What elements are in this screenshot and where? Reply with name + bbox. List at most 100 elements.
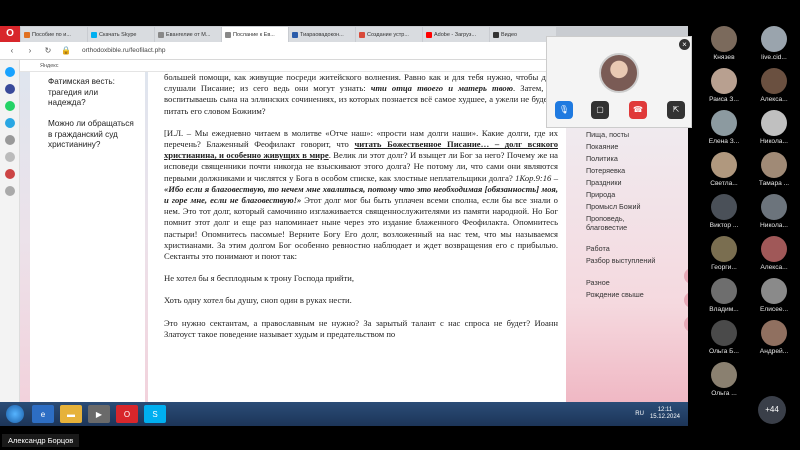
messenger-icon[interactable] [4, 67, 15, 77]
lock-icon: 🔒 [61, 45, 71, 55]
start-button[interactable] [6, 405, 24, 423]
menu-item[interactable]: Рождение свыше [586, 290, 666, 299]
vk-icon[interactable] [4, 118, 15, 128]
language-indicator[interactable]: RU [635, 411, 644, 417]
participant[interactable]: Георги... [702, 236, 746, 271]
more-participants-button[interactable]: +44 [758, 396, 786, 424]
avatar [761, 320, 787, 346]
verse-line: Не хотел бы я бесплодным к трону Господа… [164, 273, 355, 284]
browser-tab[interactable]: Послание к Ев... [222, 27, 288, 42]
heart-icon[interactable] [4, 169, 15, 179]
menu-item[interactable]: Потеряевка [586, 166, 666, 175]
avatar [711, 26, 737, 52]
bookmark-yandex[interactable]: Яндекс [40, 63, 59, 69]
participant[interactable]: Алекса... [752, 68, 796, 103]
microphone-icon[interactable]: 🎙 [555, 101, 573, 119]
participant-name: Елена З... [708, 138, 740, 145]
avatar [711, 236, 737, 262]
menu-item[interactable]: Праздники [586, 178, 666, 187]
browser-tab[interactable]: Тиараовадокон... [289, 27, 355, 42]
tab-label: Создание устр... [367, 31, 409, 38]
participant-name: Елисее... [759, 306, 789, 313]
participant[interactable]: Тамара ... [752, 152, 796, 187]
participant[interactable]: Елена З... [702, 110, 746, 145]
menu-item[interactable]: Покаяние [586, 142, 666, 151]
hang-up-icon[interactable]: ☎ [629, 101, 647, 119]
browser-tab[interactable]: Пособие по и... [21, 27, 87, 42]
participant[interactable]: Раиса З... [702, 68, 746, 103]
browser-tab[interactable]: Скачать Skype [88, 27, 154, 42]
participant-name: Виктор ... [709, 222, 739, 229]
menu-item[interactable]: Природа [586, 190, 666, 199]
folder-icon[interactable]: ▬ [60, 405, 82, 423]
history-icon[interactable] [4, 152, 15, 162]
participant-name: Раиса З... [709, 96, 739, 103]
tab-label: Послание к Ев... [233, 31, 275, 38]
menu-item[interactable]: Разное [586, 278, 666, 287]
tab-favicon-icon [158, 31, 164, 38]
back-icon[interactable]: ‹ [6, 45, 18, 57]
participant[interactable]: Андрей... [752, 320, 796, 355]
article-link[interactable]: Можно ли обращаться в гражданский суд хр… [48, 119, 136, 151]
chevron-up-icon[interactable]: ▲ [684, 316, 688, 332]
messenger-icon[interactable] [4, 84, 15, 94]
settings-icon[interactable] [4, 186, 15, 196]
participant[interactable]: Ольга Б... [702, 320, 746, 355]
participant-name: Ольга Б... [709, 348, 739, 355]
share-screen-icon[interactable]: ⇱ [667, 101, 685, 119]
tab-favicon-icon [292, 31, 298, 38]
participant[interactable]: Владим... [702, 278, 746, 313]
menu-item[interactable]: Работа [586, 244, 666, 253]
chevron-up-icon[interactable]: ▲ [684, 268, 688, 284]
skype-icon[interactable]: S [144, 405, 166, 423]
text: Это нужно сектантам, а православным не н… [164, 317, 558, 339]
clock[interactable]: 12:11 15.12.2024 [650, 407, 680, 421]
chevron-up-icon[interactable]: ▲ [684, 292, 688, 308]
participant-name: Никола... [760, 138, 788, 145]
reload-icon[interactable]: ↻ [42, 45, 54, 57]
close-icon[interactable]: × [679, 39, 690, 50]
opera-icon[interactable]: O [116, 405, 138, 423]
opera-logo-icon[interactable]: O [0, 26, 20, 42]
browser-tab[interactable]: Создание устр... [356, 27, 422, 42]
participant[interactable]: live.cid... [752, 26, 796, 61]
menu-item[interactable]: Пища, посты [586, 130, 666, 139]
forward-icon[interactable]: › [24, 45, 36, 57]
participant-name: Алекса... [760, 96, 788, 103]
caller-avatar [599, 53, 639, 93]
participant[interactable]: Никола... [752, 110, 796, 145]
menu-item[interactable]: Проповедь, благовестие [586, 214, 666, 232]
whatsapp-icon[interactable] [4, 101, 15, 111]
media-player-icon[interactable]: ▶ [88, 405, 110, 423]
verse-line: Хоть одну хотел бы душу, сноп один в рук… [164, 295, 352, 306]
participant[interactable]: Светла... [702, 152, 746, 187]
participants-panel: Князев live.cid... Раиса З... Алекса... Елен… [696, 0, 800, 450]
date: 15.12.2024 [649, 414, 680, 420]
browser-tab[interactable]: Adobe - Загруз... [423, 27, 489, 42]
call-window: × 🎙 ▢ ☎ ⇱ [546, 36, 692, 128]
participant-name: Тамара ... [758, 180, 790, 187]
participant[interactable]: Елисее... [752, 278, 796, 313]
participant[interactable]: Князев [702, 26, 746, 61]
participant-name: Светла... [710, 180, 738, 187]
participant-name: live.cid... [761, 54, 787, 61]
participant[interactable]: Ольга ... [702, 362, 746, 397]
participant[interactable]: Виктор ... [702, 194, 746, 229]
send-icon[interactable] [4, 135, 15, 145]
menu-item[interactable]: Промысл Божий [586, 202, 666, 211]
menu-item[interactable]: Разбор выступлений [586, 256, 666, 265]
ie-icon[interactable]: e [32, 405, 54, 423]
article-link[interactable]: Фатимская весть: трагедия или надежда? [48, 77, 136, 109]
left-column: Фатимская весть: трагедия или надежда? М… [30, 72, 145, 402]
browser-tab[interactable]: Евангелие от М... [155, 27, 221, 42]
menu-item[interactable]: Политика [586, 154, 666, 163]
tab-favicon-icon [24, 31, 30, 38]
participant[interactable]: Алекса... [752, 236, 796, 271]
avatar [761, 152, 787, 178]
participant[interactable]: Никола... [752, 194, 796, 229]
avatar [711, 110, 737, 136]
text: 1Кор.9:16 – [515, 172, 558, 183]
camera-off-icon[interactable]: ▢ [591, 101, 609, 119]
url-input[interactable]: orthodoxbible.ru/feofilact.php [82, 47, 165, 54]
participant-name: Георги... [711, 264, 737, 271]
